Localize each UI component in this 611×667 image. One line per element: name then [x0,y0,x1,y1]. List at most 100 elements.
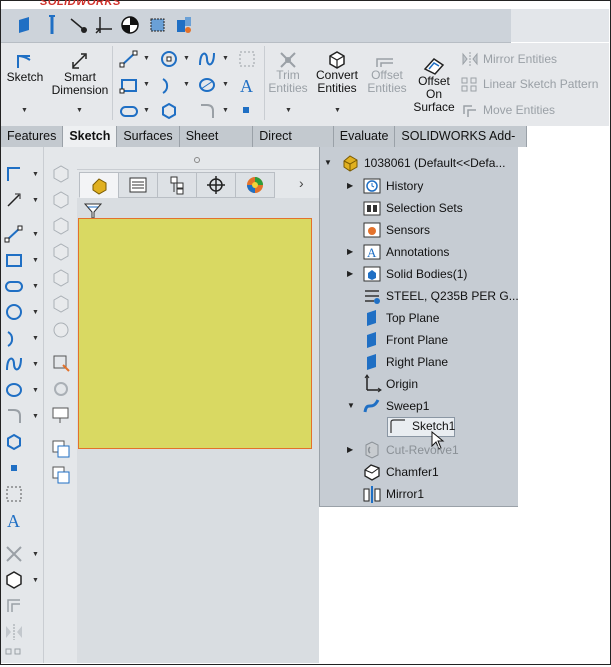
arc-tool-icon[interactable] [159,75,179,95]
smart-dimension-button[interactable]: Smart Dimension [51,51,109,97]
tab-evaluate[interactable]: Evaluate [333,126,396,147]
cut-revolve-icon [365,441,379,459]
point-icon[interactable] [67,14,89,36]
text-tool-icon[interactable]: A [237,75,257,95]
feature-manager-tab[interactable] [79,172,119,198]
tab-solidworks-add-ins[interactable]: SOLIDWORKS Add-Ins [395,126,527,164]
tree-item-sweep1[interactable]: Sweep1 [362,395,429,417]
add-relation-icon[interactable] [51,353,71,373]
mate-reference-icon[interactable] [173,14,195,36]
tree-item-mirror1[interactable]: Mirror1 [362,483,424,505]
tab-sheet-metal[interactable]: Sheet Metal [179,126,254,164]
sketch-dropdown-caret[interactable]: ▼ [21,107,28,114]
spline-icon[interactable] [4,354,24,374]
polygon-icon[interactable] [4,432,24,452]
panel-grip[interactable] [77,147,319,170]
tree-item-sensors[interactable]: Sensors [362,219,430,241]
smart-dimension-dropdown-caret[interactable]: ▼ [76,107,83,114]
manager-tabs: › [77,170,319,198]
view-front-icon[interactable] [51,190,71,210]
tree-item-annotations[interactable]: A Annotations [362,241,449,263]
construction-geometry-icon[interactable] [237,49,257,69]
reference-axis-icon[interactable] [41,14,63,36]
construction-icon[interactable] [4,484,24,504]
repair-sketch-icon[interactable] [51,379,71,399]
line-icon[interactable] [4,224,24,244]
tree-item-selection-sets[interactable]: Selection Sets [362,197,463,219]
history-expand-icon[interactable]: ▶ [347,181,353,190]
smart-dimension-icon[interactable] [4,190,24,210]
center-of-mass-icon[interactable] [119,14,141,36]
configuration-manager-tab[interactable] [157,172,197,198]
more-tabs-chevron-icon[interactable]: › [299,175,304,191]
tree-root-part[interactable]: 1038061 (Default<<Defa... [340,152,505,174]
rectangle-icon[interactable] [4,250,24,270]
trim-entities-button[interactable]: Trim Entities [267,49,309,95]
mirror-icon[interactable] [4,622,24,642]
tab-direct-editing[interactable]: Direct Editing [253,126,334,164]
tree-item-top-plane[interactable]: Top Plane [362,307,439,329]
tree-item-front-plane[interactable]: Front Plane [362,329,448,351]
tree-item-chamfer1[interactable]: Chamfer1 [362,461,439,483]
rotate-entities-icon[interactable] [51,465,71,485]
text-icon[interactable]: A [4,510,24,530]
circle-icon[interactable] [4,302,24,322]
convert-icon[interactable] [4,570,24,590]
tree-item-solid-bodies[interactable]: Solid Bodies(1) [362,263,467,285]
quick-snaps-icon[interactable] [51,405,71,425]
sweep-collapse-icon[interactable]: ▼ [347,401,355,410]
circle-tool-icon[interactable] [159,49,179,69]
ellipse-tool-icon[interactable] [197,75,217,95]
coordinate-system-icon[interactable] [93,14,115,36]
bounding-box-icon[interactable] [147,14,169,36]
solid-bodies-expand-icon[interactable]: ▶ [347,269,353,278]
spline-tool-icon[interactable] [197,49,217,69]
arc-icon[interactable] [4,328,24,348]
move-entities-button[interactable]: Move Entities [461,102,555,118]
view-right-icon[interactable] [51,268,71,288]
offset-on-surface-button[interactable]: Offset On Surface [411,55,457,114]
view-isometric-icon[interactable] [51,320,71,340]
tab-features[interactable]: Features [1,126,64,147]
point-icon[interactable] [4,458,24,478]
fillet-icon[interactable] [4,406,24,426]
sketch-icon[interactable] [4,164,24,184]
tree-item-history[interactable]: History [362,175,423,197]
view-left-icon[interactable] [51,242,71,262]
slot-icon[interactable] [4,276,24,296]
mirror-entities-button[interactable]: Mirror Entities [461,51,557,67]
linear-sketch-pattern-button[interactable]: Linear Sketch Pattern [461,76,598,92]
origin-icon [364,374,382,393]
copy-entities-icon[interactable] [51,439,71,459]
view-cube-icon[interactable] [51,164,71,184]
cut-revolve-expand-icon[interactable]: ▶ [347,445,353,454]
rectangle-tool-icon[interactable] [119,75,139,95]
root-expand-icon[interactable]: ▼ [324,158,332,167]
tree-item-sketch1[interactable]: Sketch1 [388,415,455,437]
tree-item-material[interactable]: STEEL, Q235B PER G... [362,285,519,307]
line-tool-icon[interactable] [119,49,139,69]
fillet-tool-icon[interactable] [197,101,217,121]
sketch-button[interactable]: Sketch [5,51,45,84]
convert-entities-button[interactable]: Convert Entities [313,49,361,95]
plane-icon[interactable] [13,14,35,36]
property-manager-tab[interactable] [118,172,158,198]
view-back-icon[interactable] [51,216,71,236]
view-top-icon[interactable] [51,294,71,314]
annotations-expand-icon[interactable]: ▶ [347,247,353,256]
dimxpert-manager-tab[interactable] [196,172,236,198]
polygon-tool-icon[interactable] [159,101,179,121]
tab-sketch[interactable]: Sketch [63,126,118,147]
tree-item-origin[interactable]: Origin [362,373,418,395]
tree-item-right-plane[interactable]: Right Plane [362,351,448,373]
trim-icon[interactable] [4,544,24,564]
tab-surfaces[interactable]: Surfaces [117,126,180,147]
point-tool-icon[interactable] [241,105,253,117]
pattern-icon[interactable] [4,647,24,667]
slot-tool-icon[interactable] [119,101,139,121]
offset-icon[interactable] [4,596,24,616]
display-manager-tab[interactable] [235,172,275,198]
ellipse-icon[interactable] [4,380,24,400]
tree-item-cut-revolve1[interactable]: Cut-Revolve1 [362,439,459,461]
offset-entities-button[interactable]: Offset Entities [363,55,411,95]
